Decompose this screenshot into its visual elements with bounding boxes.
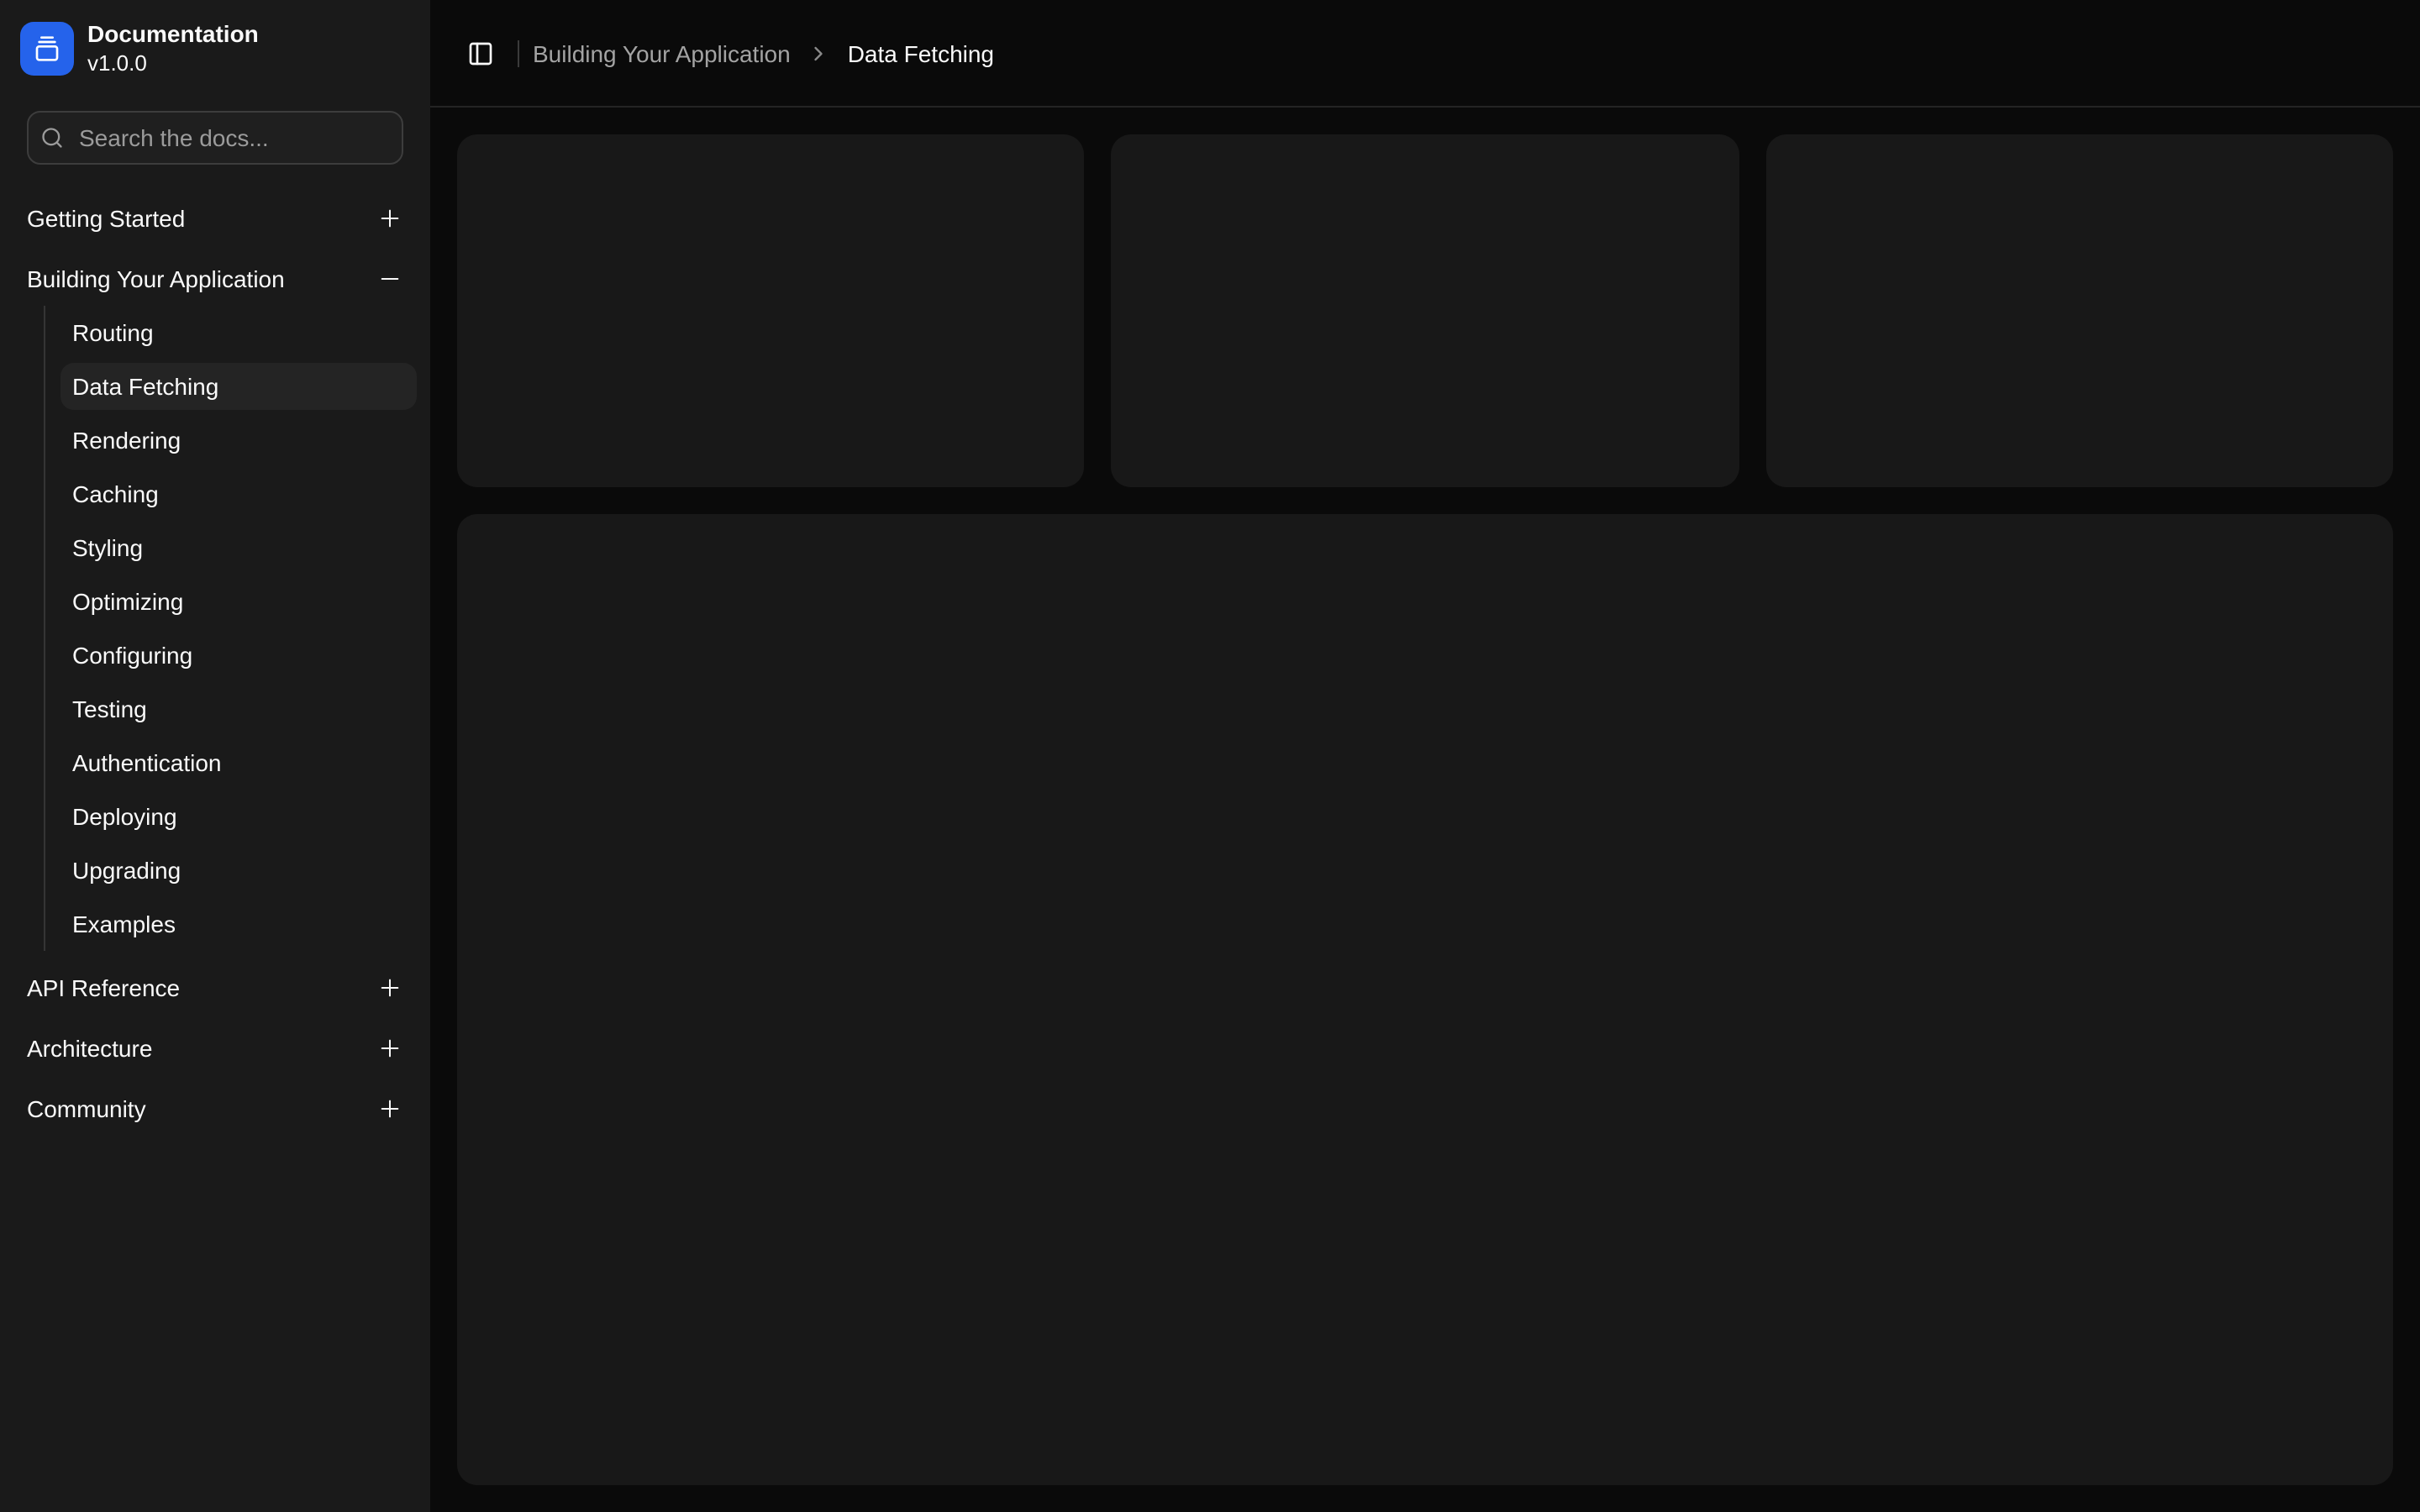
sidebar-item-deploying[interactable]: Deploying: [60, 793, 417, 840]
sidebar-item-styling[interactable]: Styling: [60, 524, 417, 571]
sidebar-item-configuring[interactable]: Configuring: [60, 632, 417, 679]
section-label: API Reference: [27, 974, 180, 1001]
main-header: Building Your Application Data Fetching: [430, 0, 2420, 108]
sidebar-title-block: Documentation v1.0.0: [87, 20, 259, 77]
sidebar-item-optimizing[interactable]: Optimizing: [60, 578, 417, 625]
chevron-right-icon: [808, 41, 831, 65]
placeholder-card: [457, 134, 1085, 487]
search-input[interactable]: [27, 111, 403, 165]
minus-icon: [376, 265, 403, 292]
sidebar-item-data-fetching[interactable]: Data Fetching: [60, 363, 417, 410]
placeholder-panel: [457, 514, 2393, 1485]
sidebar-section-api-reference[interactable]: API Reference: [13, 961, 417, 1015]
sidebar-toggle-button[interactable]: [457, 29, 504, 76]
gallery-vertical-end-icon: [20, 22, 74, 76]
sidebar-item-caching[interactable]: Caching: [60, 470, 417, 517]
section-label: Architecture: [27, 1035, 152, 1062]
plus-icon: [376, 1035, 403, 1062]
app-layout: Documentation v1.0.0 Getting Started: [0, 0, 2420, 1512]
placeholder-card: [1765, 134, 2393, 487]
search-icon: [40, 126, 64, 150]
section-label: Building Your Application: [27, 265, 285, 292]
header-separator: [518, 39, 519, 66]
sidebar-item-testing[interactable]: Testing: [60, 685, 417, 732]
placeholder-cards-row: [457, 134, 2393, 487]
sidebar-submenu-building-your-application: Routing Data Fetching Rendering Caching …: [44, 306, 417, 951]
sidebar-header-button[interactable]: Documentation v1.0.0: [13, 13, 417, 84]
plus-icon: [376, 974, 403, 1001]
app-root: Documentation v1.0.0 Getting Started: [0, 0, 2420, 1512]
sidebar-item-upgrading[interactable]: Upgrading: [60, 847, 417, 894]
plus-icon: [376, 1095, 403, 1122]
panel-left-icon: [467, 39, 494, 66]
plus-icon: [376, 205, 403, 232]
section-label: Getting Started: [27, 205, 185, 232]
search-form: [27, 111, 403, 165]
sidebar-item-rendering[interactable]: Rendering: [60, 417, 417, 464]
sidebar-item-authentication[interactable]: Authentication: [60, 739, 417, 786]
app-title: Documentation: [87, 20, 259, 50]
breadcrumb: Building Your Application Data Fetching: [533, 39, 994, 66]
app-version: v1.0.0: [87, 50, 259, 77]
placeholder-card: [1112, 134, 1739, 487]
sidebar-section-getting-started[interactable]: Getting Started: [13, 192, 417, 245]
breadcrumb-parent-link[interactable]: Building Your Application: [533, 39, 791, 66]
sidebar-section-architecture[interactable]: Architecture: [13, 1021, 417, 1075]
sidebar-item-routing[interactable]: Routing: [60, 309, 417, 356]
page-content: [430, 108, 2420, 1512]
breadcrumb-current-page: Data Fetching: [848, 39, 994, 66]
sidebar-section-community[interactable]: Community: [13, 1082, 417, 1136]
sidebar: Documentation v1.0.0 Getting Started: [0, 0, 430, 1512]
section-label: Community: [27, 1095, 146, 1122]
sidebar-item-examples[interactable]: Examples: [60, 900, 417, 948]
main-area: Building Your Application Data Fetching: [430, 0, 2420, 1512]
sidebar-nav: Getting Started Building Your Applicatio…: [13, 192, 417, 1142]
sidebar-section-building-your-application[interactable]: Building Your Application: [13, 252, 417, 306]
